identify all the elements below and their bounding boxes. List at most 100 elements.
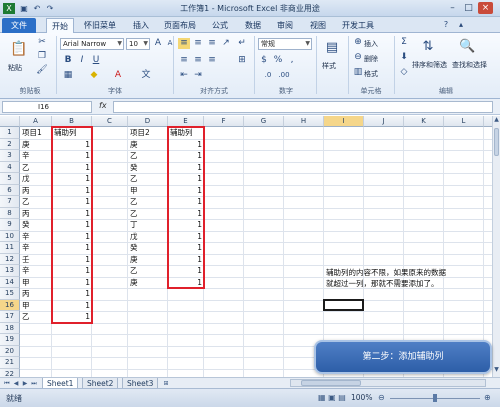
cell-a11[interactable]: 辛 — [22, 242, 50, 254]
row-header-17[interactable]: 17 — [0, 311, 20, 323]
first-sheet-icon[interactable]: ⏮ — [3, 379, 11, 388]
cell-a10[interactable]: 辛 — [22, 231, 50, 243]
row-header-7[interactable]: 7 — [0, 196, 20, 208]
align-left-icon[interactable]: ≡ — [178, 55, 190, 66]
column-header-c[interactable]: C — [92, 116, 128, 127]
row-header-10[interactable]: 10 — [0, 230, 20, 242]
cell-d5[interactable]: 乙 — [130, 173, 166, 185]
cell-d2[interactable]: 庚 — [130, 139, 166, 151]
cell-a13[interactable]: 辛 — [22, 265, 50, 277]
paste-icon[interactable]: 📋 — [10, 39, 27, 59]
insert-cells-icon[interactable]: ⊕ — [352, 37, 364, 48]
increase-decimal-icon[interactable]: .0 — [262, 70, 274, 81]
zoom-in-icon[interactable]: ⊕ — [484, 393, 491, 402]
tab-developer[interactable]: 开发工具 — [338, 18, 378, 33]
column-header-f[interactable]: F — [204, 116, 244, 127]
column-header-k[interactable]: K — [404, 116, 444, 127]
tab-data[interactable]: 数据 — [240, 18, 266, 33]
cell-d13[interactable]: 乙 — [130, 265, 166, 277]
prev-sheet-icon[interactable]: ◀ — [12, 379, 20, 388]
delete-cells-label[interactable]: 删除 — [364, 54, 378, 64]
column-header-i[interactable]: I — [324, 116, 364, 127]
page-view-icons[interactable]: ▦ ▣ ▤ — [318, 393, 346, 402]
row-header-6[interactable]: 6 — [0, 184, 20, 196]
column-header-h[interactable]: H — [284, 116, 324, 127]
name-box[interactable]: I16 — [2, 101, 92, 113]
shrink-font-icon[interactable]: A — [164, 38, 176, 49]
cell-a2[interactable]: 庚 — [22, 139, 50, 151]
align-right-icon[interactable]: ≡ — [206, 55, 218, 66]
font-color-icon[interactable]: A — [112, 70, 124, 81]
insert-sheet-icon[interactable]: ⊞ — [162, 379, 170, 388]
row-header-9[interactable]: 9 — [0, 219, 20, 231]
italic-icon[interactable]: I — [76, 55, 88, 66]
grow-font-icon[interactable]: A — [152, 38, 164, 49]
row-header-20[interactable]: 20 — [0, 345, 20, 357]
styles-button-label[interactable]: 样式 — [322, 61, 336, 71]
row-header-22[interactable]: 22 — [0, 368, 20, 377]
autosum-icon[interactable]: Σ — [398, 37, 410, 48]
tab-classic-menu[interactable]: 怀旧菜单 — [80, 18, 120, 33]
format-painter-icon[interactable]: 🖌 — [36, 65, 48, 76]
cell-d11[interactable]: 癸 — [130, 242, 166, 254]
row-header-1[interactable]: 1 — [0, 127, 20, 139]
align-middle-icon[interactable]: ≡ — [192, 38, 204, 49]
horizontal-scroll-thumb[interactable] — [301, 380, 361, 386]
align-top-icon[interactable]: ≡ — [178, 38, 190, 49]
row-header-3[interactable]: 3 — [0, 150, 20, 162]
row-header-11[interactable]: 11 — [0, 242, 20, 254]
cell-d8[interactable]: 乙 — [130, 208, 166, 220]
format-cells-icon[interactable]: ▥ — [352, 67, 364, 78]
ribbon-minimize-icon[interactable]: ▴ — [455, 19, 467, 30]
spreadsheet-grid[interactable]: ABCDEFGHIJKLM123456789101112131415161718… — [0, 116, 492, 377]
column-header-l[interactable]: L — [444, 116, 484, 127]
row-header-16[interactable]: 16 — [0, 299, 20, 311]
formula-input[interactable] — [113, 101, 493, 113]
cell-a5[interactable]: 戊 — [22, 173, 50, 185]
cell-a12[interactable]: 壬 — [22, 254, 50, 266]
zoom-out-icon[interactable]: ⊖ — [378, 393, 385, 402]
find-select-label[interactable]: 查找和选择 — [452, 60, 487, 70]
cell-d10[interactable]: 戊 — [130, 231, 166, 243]
cut-icon[interactable]: ✂ — [36, 37, 48, 48]
row-header-18[interactable]: 18 — [0, 322, 20, 334]
delete-cells-icon[interactable]: ⊖ — [352, 52, 364, 63]
increase-indent-icon[interactable]: ⇥ — [192, 70, 204, 81]
tab-page-layout[interactable]: 页面布局 — [160, 18, 200, 33]
insert-cells-label[interactable]: 插入 — [364, 39, 378, 49]
tab-home[interactable]: 开始 — [46, 18, 74, 33]
column-header-d[interactable]: D — [128, 116, 168, 127]
scroll-up-icon[interactable]: ▲ — [493, 116, 500, 123]
cell-a14[interactable]: 甲 — [22, 277, 50, 289]
column-header-a[interactable]: A — [20, 116, 52, 127]
selected-cell-i16[interactable] — [323, 298, 364, 311]
cell-d7[interactable]: 乙 — [130, 196, 166, 208]
row-header-2[interactable]: 2 — [0, 138, 20, 150]
row-header-21[interactable]: 21 — [0, 357, 20, 369]
decrease-indent-icon[interactable]: ⇤ — [178, 70, 190, 81]
cell-d4[interactable]: 癸 — [130, 162, 166, 174]
cell-a6[interactable]: 丙 — [22, 185, 50, 197]
number-format-combo[interactable]: 常规 ▼ — [258, 38, 312, 50]
row-header-13[interactable]: 13 — [0, 265, 20, 277]
border-icon[interactable]: ▦ — [62, 70, 74, 81]
decrease-decimal-icon[interactable]: .00 — [278, 70, 290, 81]
function-icon[interactable]: fx — [99, 101, 107, 110]
vertical-scrollbar[interactable]: ▲ ▼ — [492, 116, 500, 377]
styles-icon[interactable]: ▤ — [323, 39, 341, 57]
find-select-icon[interactable]: 🔍 — [459, 38, 475, 56]
last-sheet-icon[interactable]: ⏭ — [30, 379, 38, 388]
currency-icon[interactable]: $ — [258, 55, 270, 66]
font-name-combo[interactable]: Arial Narrow ▼ — [60, 38, 124, 50]
horizontal-scrollbar[interactable] — [290, 379, 486, 387]
fill-color-icon[interactable]: ◆ — [88, 70, 100, 81]
row-header-14[interactable]: 14 — [0, 276, 20, 288]
sort-filter-icon[interactable]: ⇅ — [420, 38, 436, 56]
column-header-m[interactable]: M — [484, 116, 492, 127]
tab-formulas[interactable]: 公式 — [207, 18, 233, 33]
row-header-8[interactable]: 8 — [0, 207, 20, 219]
format-cells-label[interactable]: 格式 — [364, 69, 378, 79]
column-header-g[interactable]: G — [244, 116, 284, 127]
cell-a4[interactable]: 乙 — [22, 162, 50, 174]
cell-d6[interactable]: 甲 — [130, 185, 166, 197]
